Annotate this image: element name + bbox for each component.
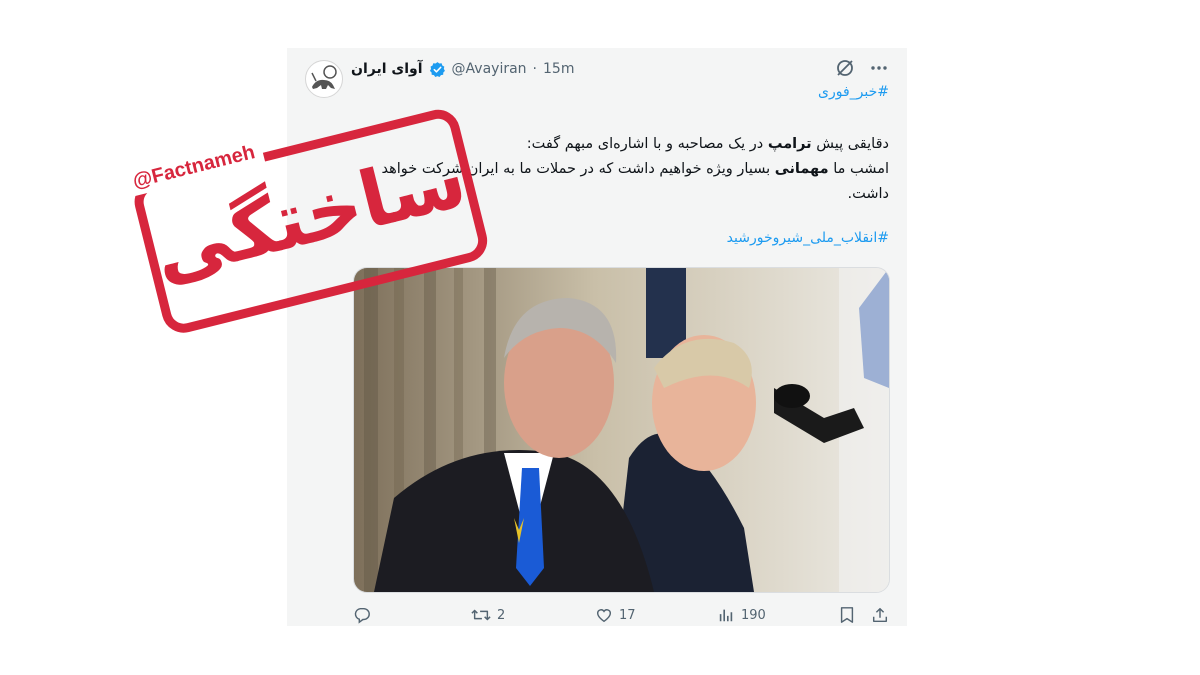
bookmark-action[interactable] xyxy=(839,606,855,624)
text-part: در یک مصاحبه و با اشاره‌ای مبهم گفت: xyxy=(526,136,768,152)
views-count: 190 xyxy=(741,607,766,623)
bookmark-icon[interactable] xyxy=(839,606,855,624)
reply-icon[interactable] xyxy=(353,606,371,624)
views-action[interactable]: 190 xyxy=(717,606,766,624)
tweet-header: آوای ایران @Avayiran · 15m xyxy=(351,58,574,80)
like-icon[interactable] xyxy=(595,606,613,624)
text-part: دقایقی پیش xyxy=(811,136,889,152)
share-icon[interactable] xyxy=(871,606,889,624)
like-count: 17 xyxy=(619,607,636,623)
more-icon[interactable] xyxy=(869,58,889,78)
photo-two-men-at-podium xyxy=(354,268,889,592)
avatar[interactable] xyxy=(305,60,343,98)
lion-sun-emblem-icon xyxy=(311,65,337,89)
hashtag-revolution[interactable]: #انقلاب_ملی_شیروخورشید xyxy=(727,230,889,246)
grok-icon[interactable] xyxy=(835,58,855,78)
like-action[interactable]: 17 xyxy=(595,606,636,624)
text-part: امشب ما xyxy=(828,161,889,177)
retweet-action[interactable]: 2 xyxy=(471,606,505,624)
text-bold: مهمانی xyxy=(774,161,829,177)
share-action[interactable] xyxy=(871,606,889,624)
separator: · xyxy=(532,61,537,77)
handle[interactable]: @Avayiran xyxy=(452,61,527,77)
display-name[interactable]: آوای ایران xyxy=(351,61,423,77)
text-bold: ترامپ xyxy=(767,136,812,152)
retweet-icon[interactable] xyxy=(471,606,491,624)
action-bar: 2 17 190 xyxy=(353,604,888,626)
views-icon[interactable] xyxy=(717,606,735,624)
retweet-count: 2 xyxy=(497,607,506,623)
verified-badge-icon xyxy=(429,61,445,77)
top-actions xyxy=(835,58,889,78)
timestamp[interactable]: 15m xyxy=(543,61,574,77)
hashtag-breaking[interactable]: #خبر_فوری xyxy=(818,84,889,100)
reply-action[interactable] xyxy=(353,606,371,624)
tweet-photo[interactable] xyxy=(353,267,890,593)
